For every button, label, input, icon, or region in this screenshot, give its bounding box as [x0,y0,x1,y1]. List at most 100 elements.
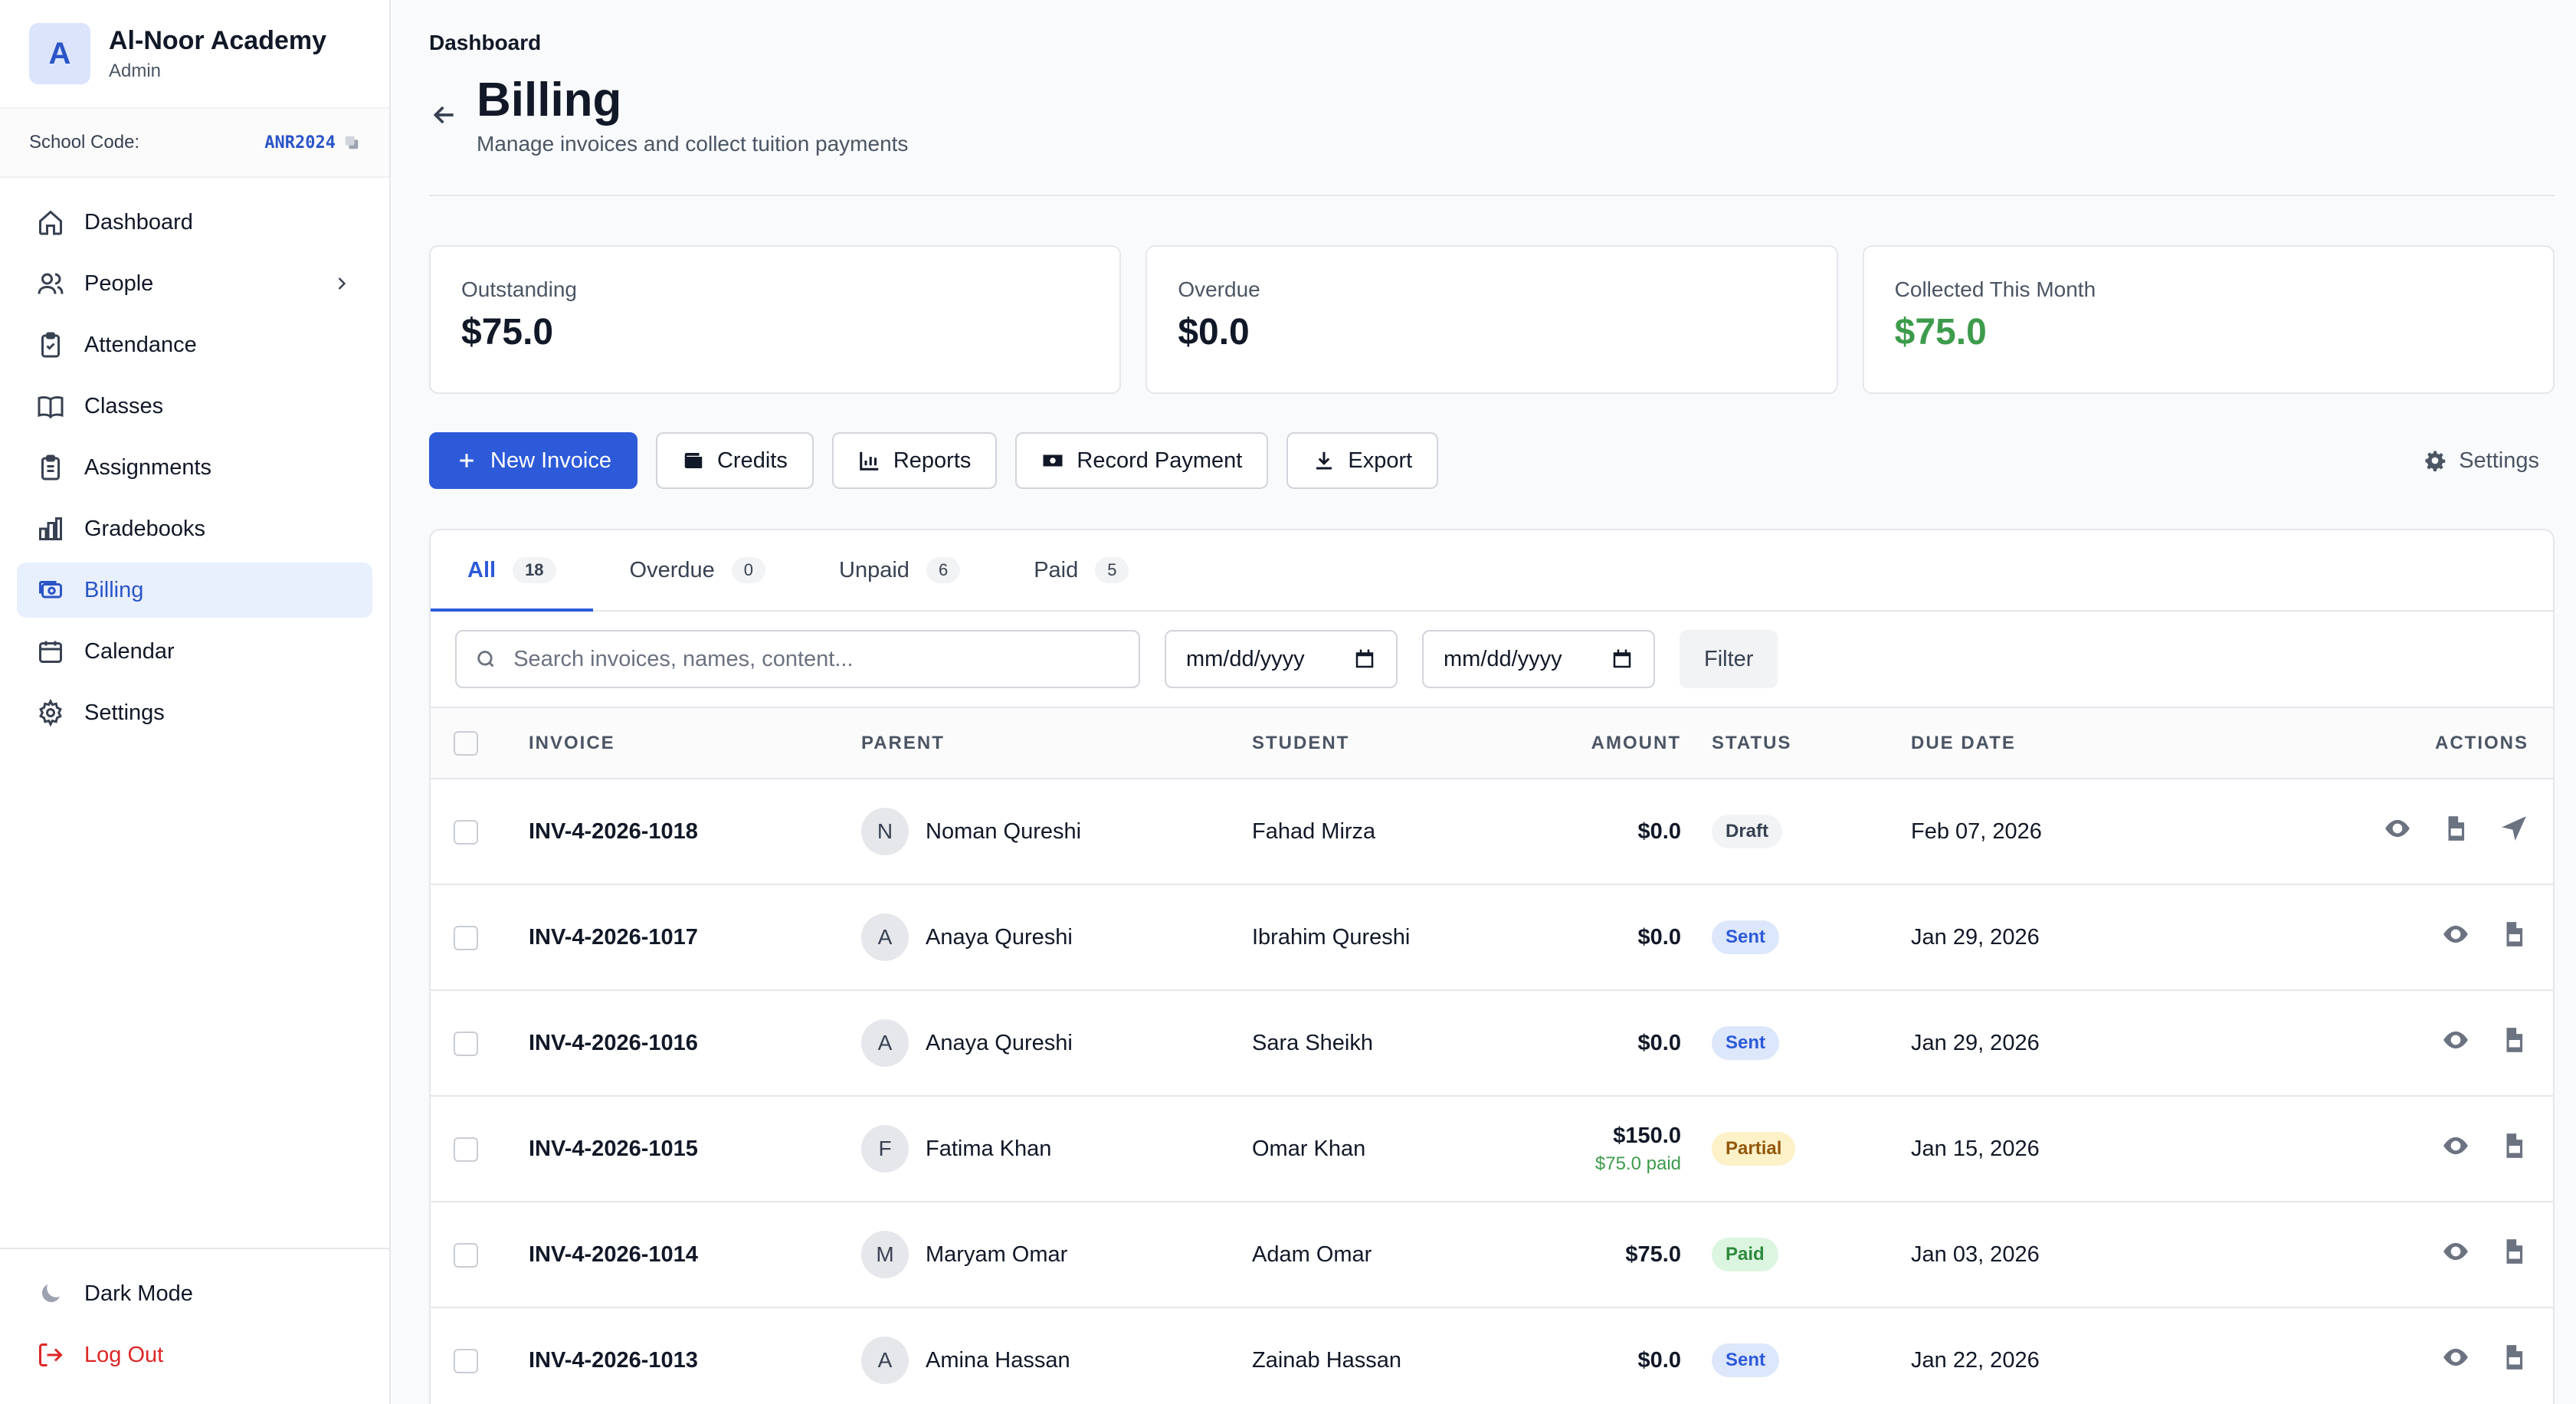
sidebar-item-calendar[interactable]: Calendar [17,624,372,679]
col-header-student[interactable]: STUDENT [1252,708,1558,780]
invoice-number[interactable]: INV-4-2026-1014 [529,1202,861,1309]
table-row[interactable]: INV-4-2026-1014 M Maryam Omar Adam Omar $… [431,1202,2553,1309]
sidebar-item-label: Assignments [84,454,212,480]
row-checkbox[interactable] [454,1243,478,1268]
calendar-icon[interactable] [1353,648,1376,671]
reports-button[interactable]: Reports [831,432,998,490]
billing-settings-label: Settings [2459,448,2539,473]
invoice-number[interactable]: INV-4-2026-1018 [529,779,861,886]
billing-settings-button[interactable]: Settings [2399,432,2555,489]
student-name: Zainab Hassan [1252,1307,1558,1404]
view-icon[interactable] [2441,1131,2470,1166]
user-role: Admin [109,60,162,81]
send-icon[interactable] [2499,814,2528,849]
date-to-input[interactable]: mm/dd/yyyy [1422,630,1655,689]
row-checkbox[interactable] [454,926,478,951]
sidebar-item-settings[interactable]: Settings [17,685,372,740]
bar-chart-icon [39,517,62,540]
parent-name: Noman Qureshi [926,818,1082,844]
sidebar-item-dashboard[interactable]: Dashboard [17,195,372,250]
table-row[interactable]: INV-4-2026-1013 A Amina Hassan Zainab Has… [431,1307,2553,1404]
invoice-number[interactable]: INV-4-2026-1015 [529,1096,861,1203]
record-payment-button[interactable]: Record Payment [1015,432,1269,490]
invoice-number[interactable]: INV-4-2026-1016 [529,990,861,1097]
school-name: Al-Noor Academy [109,25,327,55]
arrow-left-icon[interactable] [429,100,460,130]
due-date: Jan 03, 2026 [1911,1202,2217,1309]
select-all-checkbox[interactable] [454,730,478,756]
row-checkbox[interactable] [454,1032,478,1057]
invoice-number[interactable]: INV-4-2026-1013 [529,1307,861,1404]
export-button[interactable]: Export [1286,432,1439,490]
student-name: Sara Sheikh [1252,990,1558,1097]
search-input[interactable] [513,646,1120,672]
logout-button[interactable]: Log Out [17,1327,372,1383]
tab-paid[interactable]: Paid 5 [997,530,1165,610]
school-code-label: School Code: [29,132,140,153]
date-from-input[interactable]: mm/dd/yyyy [1165,630,1398,689]
tab-all[interactable]: All 18 [431,530,593,612]
school-code-value[interactable]: ANR2024 [264,133,360,153]
status-badge: Paid [1712,1238,1778,1272]
sidebar-footer: Dark Mode Log Out [0,1248,389,1404]
view-icon[interactable] [2383,814,2412,849]
book-icon [38,396,64,419]
pdf-icon[interactable] [2499,1131,2528,1166]
tab-count-badge: 18 [513,557,556,584]
row-checkbox[interactable] [454,820,478,845]
calendar-icon[interactable] [1611,648,1634,671]
pdf-icon[interactable] [2499,1343,2528,1378]
col-header-status[interactable]: STATUS [1712,708,1911,780]
col-header-parent[interactable]: PARENT [861,708,1252,780]
pdf-icon[interactable] [2441,814,2470,849]
tab-unpaid[interactable]: Unpaid 6 [802,530,997,610]
sidebar-item-assignments[interactable]: Assignments [17,440,372,495]
breadcrumb[interactable]: Dashboard [429,31,2555,55]
amount: $0.0 [1637,1347,1681,1373]
stat-label: Overdue [1178,277,1260,302]
new-invoice-button[interactable]: New Invoice [429,432,637,490]
filter-button[interactable]: Filter [1680,630,1778,689]
table-row[interactable]: INV-4-2026-1016 A Anaya Qureshi Sara Shei… [431,990,2553,1097]
col-header-amount[interactable]: AMOUNT [1558,708,1712,780]
view-icon[interactable] [2441,920,2470,955]
col-header-invoice[interactable]: INVOICE [529,708,861,780]
stats-row: Outstanding $75.0 Overdue $0.0 Collected… [429,245,2555,395]
pdf-icon[interactable] [2499,1237,2528,1272]
sidebar-item-label: Attendance [84,332,197,357]
row-checkbox[interactable] [454,1349,478,1374]
credits-button[interactable]: Credits [655,432,814,490]
sidebar-item-attendance[interactable]: Attendance [17,317,372,372]
tab-count-badge: 6 [926,557,961,584]
stat-overdue: Overdue $0.0 [1145,245,1838,395]
dark-mode-label: Dark Mode [84,1281,193,1306]
view-icon[interactable] [2441,1025,2470,1061]
date-from-value: mm/dd/yyyy [1186,646,1305,671]
copy-icon[interactable] [343,134,360,151]
table-row[interactable]: INV-4-2026-1017 A Anaya Qureshi Ibrahim Q… [431,884,2553,992]
sidebar-item-classes[interactable]: Classes [17,379,372,434]
student-name: Adam Omar [1252,1202,1558,1309]
tab-overdue[interactable]: Overdue 0 [593,530,802,610]
invoice-number[interactable]: INV-4-2026-1017 [529,884,861,992]
stat-value: $0.0 [1178,312,1250,353]
tab-label: Unpaid [839,557,909,582]
select-all-cell [431,708,529,780]
table-row[interactable]: INV-4-2026-1015 F Fatima Khan Omar Khan $… [431,1096,2553,1203]
table-row[interactable]: INV-4-2026-1018 N Noman Qureshi Fahad Mir… [431,779,2553,886]
col-header-due-date[interactable]: DUE DATE [1911,708,2217,780]
table-header-row: INVOICE PARENT STUDENT AMOUNT STATUS DUE… [431,708,2553,780]
sidebar-item-people[interactable]: People [17,256,372,311]
logout-label: Log Out [84,1342,164,1367]
pdf-icon[interactable] [2499,920,2528,955]
view-icon[interactable] [2441,1343,2470,1378]
sidebar-item-gradebooks[interactable]: Gradebooks [17,501,372,556]
avatar: A [861,914,909,962]
date-to-value: mm/dd/yyyy [1444,646,1562,671]
view-icon[interactable] [2441,1237,2470,1272]
row-checkbox[interactable] [454,1137,478,1163]
stat-value: $75.0 [461,312,554,353]
dark-mode-toggle[interactable]: Dark Mode [17,1266,372,1321]
sidebar-item-billing[interactable]: Billing [17,563,372,618]
pdf-icon[interactable] [2499,1025,2528,1061]
